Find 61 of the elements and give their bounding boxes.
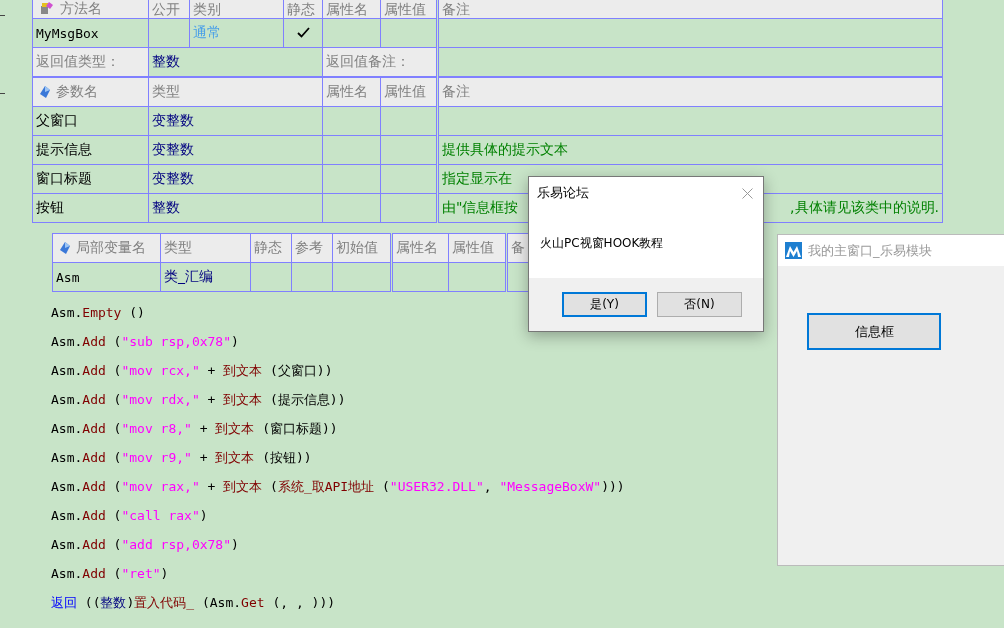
param-type: 变整数 bbox=[152, 112, 194, 128]
column-header: 备注 bbox=[442, 83, 470, 99]
code-line: Asm.Add ("mov rdx," + 到文本 (提示信息)) bbox=[51, 390, 346, 409]
no-button[interactable]: 否(N) bbox=[657, 292, 742, 317]
column-header: 静态 bbox=[254, 239, 282, 255]
gem-lock-icon bbox=[40, 1, 54, 15]
return-note-label: 返回值备注： bbox=[326, 53, 410, 69]
column-header: 初始值 bbox=[336, 239, 378, 255]
column-header: 参考 bbox=[295, 239, 323, 255]
code-line: Asm.Add ("add rsp,0x78") bbox=[51, 537, 239, 552]
column-header: 属性名 bbox=[396, 239, 438, 255]
param-type: 变整数 bbox=[152, 141, 194, 157]
code-line: Asm.Add ("call rax") bbox=[51, 508, 208, 523]
param-note: 提供具体的提示文本 bbox=[442, 141, 568, 159]
column-header: 参数名 bbox=[56, 83, 98, 101]
variable-name: Asm bbox=[56, 270, 80, 285]
return-type-label: 返回值类型： bbox=[36, 53, 120, 69]
code-line: Asm.Add ("mov r9," + 到文本 (按钮)) bbox=[51, 448, 312, 467]
column-header: 备 bbox=[511, 239, 525, 255]
column-header: 属性值 bbox=[384, 1, 426, 17]
column-header: 属性名 bbox=[326, 83, 368, 99]
code-line: Asm.Add ("sub rsp,0x78") bbox=[51, 334, 239, 349]
param-name: 窗口标题 bbox=[36, 170, 92, 186]
param-name: 父窗口 bbox=[36, 112, 78, 128]
dialog-title: 乐易论坛 bbox=[537, 184, 589, 202]
code-line: Asm.Add ("mov rax," + 到文本 (系统_取API地址 ("USER32.DLL", "MessageBoxW"))) bbox=[51, 477, 625, 496]
param-note: 由"信息框按 bbox=[442, 199, 519, 217]
column-header: 类型 bbox=[152, 83, 180, 99]
column-header: 属性值 bbox=[452, 239, 494, 255]
column-header: 静态 bbox=[287, 1, 315, 17]
yes-button[interactable]: 是(Y) bbox=[562, 292, 647, 317]
column-header: 局部变量名 bbox=[76, 239, 146, 257]
mountain-logo-icon bbox=[785, 242, 802, 259]
gem-icon bbox=[40, 86, 50, 98]
method-name: MyMsgBox bbox=[36, 26, 99, 41]
column-header: 属性值 bbox=[384, 83, 426, 99]
column-header: 备注 bbox=[442, 1, 470, 17]
dialog-message: 火山PC视窗HOOK教程 bbox=[540, 235, 664, 252]
code-line: Asm.Add ("mov rcx," + 到文本 (父窗口)) bbox=[51, 361, 333, 380]
column-header: 类别 bbox=[193, 1, 221, 17]
close-icon[interactable] bbox=[742, 187, 753, 199]
param-type: 变整数 bbox=[152, 170, 194, 186]
column-header: 方法名 bbox=[60, 0, 102, 16]
window-title: 我的主窗口_乐易模块 bbox=[808, 241, 932, 260]
message-box-button[interactable]: 信息框 bbox=[807, 313, 941, 350]
param-type: 整数 bbox=[152, 199, 180, 215]
code-line: Asm.Empty () bbox=[51, 305, 145, 320]
column-header: 类型 bbox=[164, 239, 192, 255]
code-line: 返回 ((整数)置入代码_ (Asm.Get (, , ))) bbox=[51, 593, 336, 612]
code-line: Asm.Add ("mov r8," + 到文本 (窗口标题)) bbox=[51, 419, 338, 438]
variable-type: 类_汇编 bbox=[164, 268, 213, 284]
gem-icon bbox=[60, 242, 70, 254]
param-name: 按钮 bbox=[36, 199, 64, 215]
param-note: ,具体请见该类中的说明. bbox=[790, 199, 939, 217]
param-name: 提示信息 bbox=[36, 141, 92, 157]
column-header: 属性名 bbox=[326, 1, 368, 17]
return-type-value: 整数 bbox=[152, 53, 180, 69]
code-line: Asm.Add ("ret") bbox=[51, 566, 169, 581]
param-note: 指定显示在 bbox=[442, 170, 512, 188]
column-header: 公开 bbox=[152, 1, 180, 17]
category-value: 通常 bbox=[193, 24, 221, 40]
